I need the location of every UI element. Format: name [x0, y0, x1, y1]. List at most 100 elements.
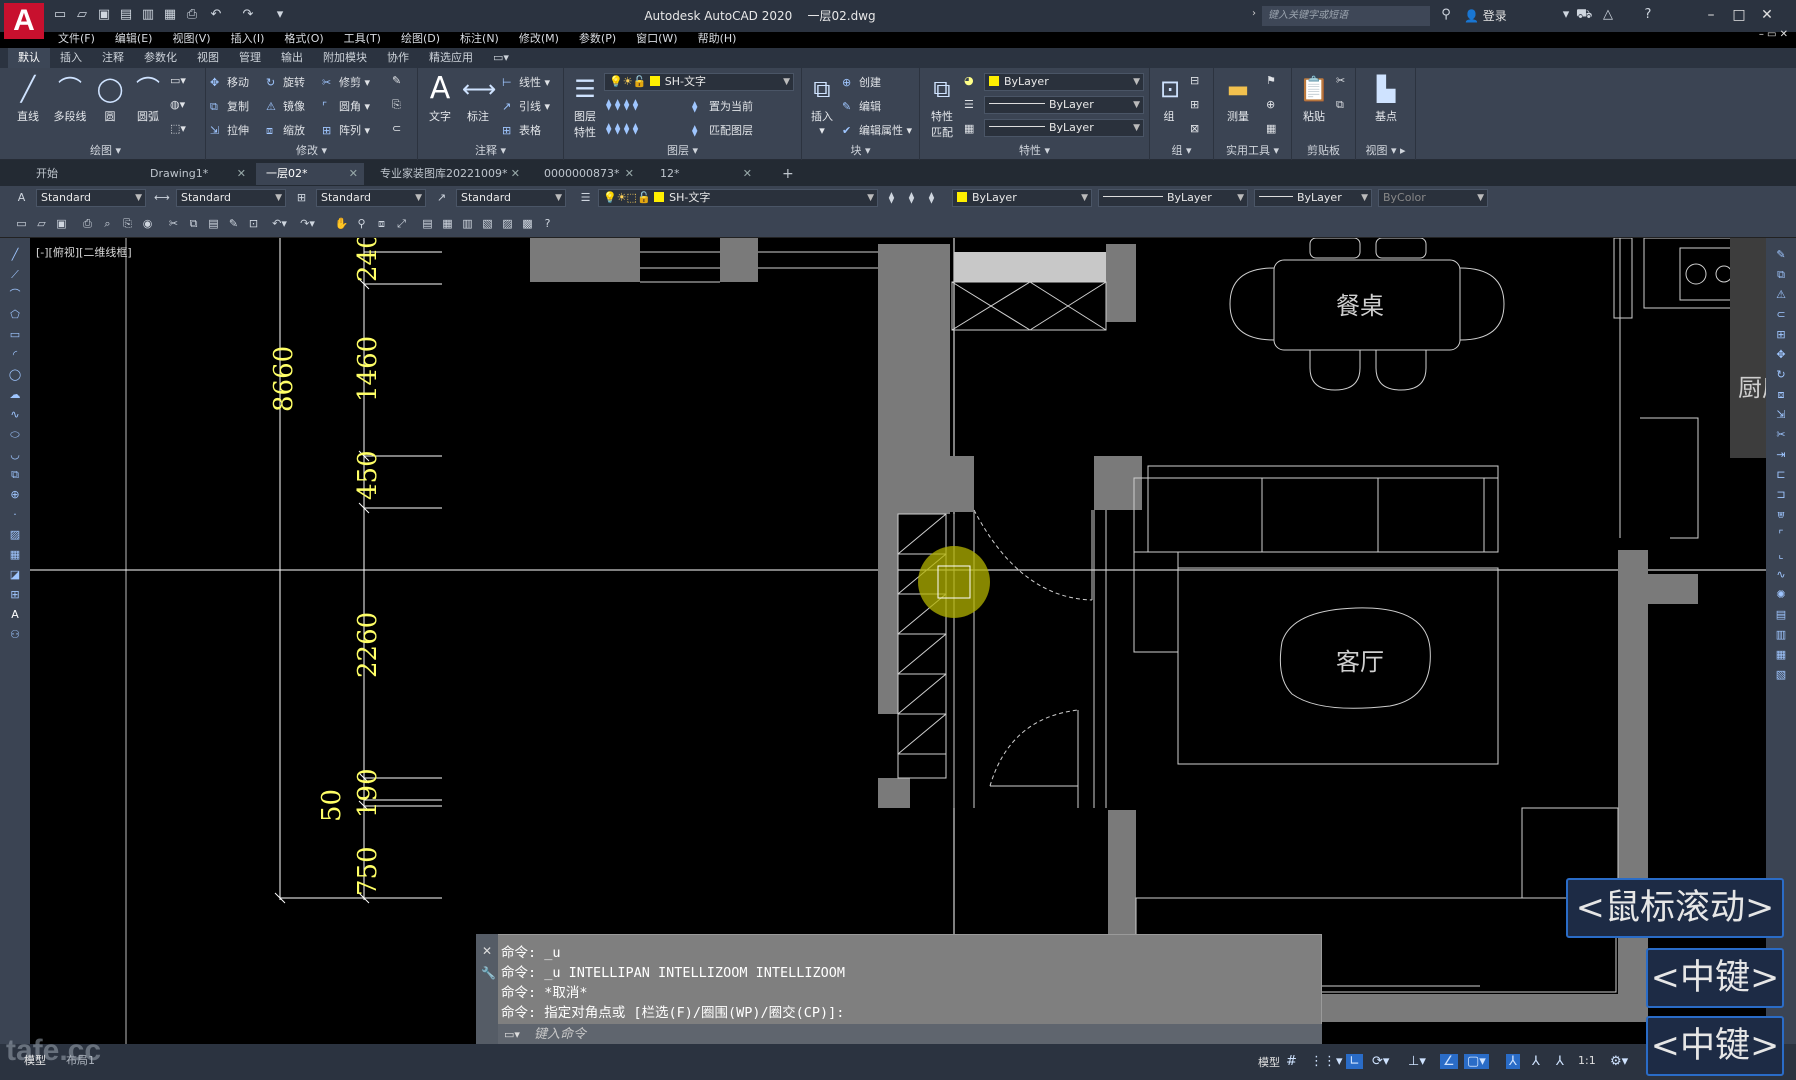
text-style-dropdown[interactable]: Standard ▼ [36, 189, 146, 207]
layer-tools-row1[interactable]: ⧫ ⧫ ⧫ ⧫ [606, 98, 638, 111]
ortho-icon[interactable]: ∟ [1346, 1054, 1363, 1069]
mirror-tool[interactable]: ⚠ 镜像 [266, 98, 305, 114]
groups-panel-title[interactable]: 组 ▾ [1150, 142, 1213, 158]
linetype-dropdown[interactable]: ByLayer ▼ [984, 96, 1144, 114]
plot-icon[interactable]: ⎙ [80, 216, 95, 231]
point-icon[interactable]: · [8, 508, 22, 522]
polygon-icon[interactable]: ⬠ [8, 308, 22, 322]
help-icon[interactable]: ? [540, 216, 555, 231]
menu-help[interactable]: 帮助(H) [688, 30, 747, 48]
array-tool[interactable]: ⊞ 阵列 ▾ [322, 122, 370, 138]
workspace-gear-icon[interactable]: ⚙▾ [1610, 1054, 1628, 1069]
menu-window[interactable]: 窗口(W) [626, 30, 687, 48]
group-select-icon[interactable]: ⊠ [1190, 122, 1199, 135]
copy-clip-icon[interactable]: ⧉ [1336, 98, 1344, 112]
region-icon[interactable]: ◪ [8, 568, 22, 582]
doc-tab-drawing1[interactable]: Drawing1* ✕ [140, 163, 252, 185]
undo-icon[interactable]: ↶ [208, 7, 224, 23]
insert-block-tool[interactable]: ⧉ 插入 ▾ [804, 72, 840, 137]
color-dropdown[interactable]: ByLayer ▼ [984, 73, 1144, 91]
lineweight-toolbar-dropdown[interactable]: ByLayer ▼ [1254, 189, 1372, 207]
close-tab-icon[interactable]: ✕ [743, 163, 752, 185]
calculator-icon[interactable]: ▦ [1266, 122, 1276, 135]
menu-draw[interactable]: 绘图(D) [391, 30, 450, 48]
mleader-style-dropdown[interactable]: Standard ▼ [456, 189, 566, 207]
tool-palettes-icon[interactable]: ▥ [460, 216, 475, 231]
table-style-icon[interactable]: ⊞ [294, 190, 309, 205]
circle-icon[interactable]: ◯ [8, 368, 22, 382]
menu-file[interactable]: 文件(F) [48, 30, 105, 48]
lineweight-dropdown[interactable]: ByLayer ▼ [984, 119, 1144, 137]
layer-tools-row2[interactable]: ⧫ ⧫ ⧫ ⧫ [606, 122, 638, 135]
sheet-set-icon[interactable]: ▧ [480, 216, 495, 231]
ellipse-arc-icon[interactable]: ◡ [8, 448, 22, 462]
block-panel-title[interactable]: 块 ▾ [802, 142, 919, 158]
menu-format[interactable]: 格式(O) [274, 30, 333, 48]
layout-tab[interactable]: 布局1 [66, 1052, 95, 1068]
rotate-icon[interactable]: ↻ [1774, 368, 1788, 382]
match-layer-tool[interactable]: ⧫ 匹配图层 [692, 122, 753, 138]
rectangle-icon[interactable]: ▭▾ [170, 74, 186, 87]
draworder-above-icon[interactable]: ▦ [1774, 648, 1788, 662]
hatch-icon[interactable]: ◍▾ [170, 98, 185, 111]
table-tool[interactable]: ⊞ 表格 [502, 122, 541, 138]
offset-icon[interactable]: ⎘ [392, 98, 401, 112]
rectangle-icon[interactable]: ▭ [8, 328, 22, 342]
doc-tab-library[interactable]: 专业家装图库20221009* ✕ [370, 163, 526, 185]
stretch-tool[interactable]: ⇲ 拉伸 [210, 122, 249, 138]
publish-icon[interactable]: ⎘ [120, 216, 135, 231]
layer-previous-icon[interactable]: ⧫ [904, 190, 919, 205]
layer-manager-icon[interactable]: ☰ [578, 190, 593, 205]
customize-icon[interactable]: ▾ [272, 7, 288, 23]
tab-home[interactable]: 默认 [8, 48, 50, 68]
pan-icon[interactable]: ✋ [334, 216, 349, 231]
undo-icon[interactable]: ↶▾ [272, 216, 287, 231]
fillet-tool[interactable]: ⌜ 圆角 ▾ [322, 98, 370, 114]
linetype-icon[interactable]: ☰ [964, 98, 974, 111]
wrench-icon[interactable]: 🔧 [481, 966, 496, 980]
open-icon[interactable]: ▱ [74, 7, 90, 23]
snap-icon[interactable]: ⋮⋮▾ [1310, 1054, 1343, 1069]
viewport-controls[interactable]: [-][俯视][二维线框] [36, 244, 132, 260]
tab-view[interactable]: 视图 [187, 48, 229, 68]
polyline-tool[interactable]: ⌒ 多段线 [48, 72, 92, 124]
text-style-icon[interactable]: A [14, 190, 29, 205]
create-block-tool[interactable]: ⊕ 创建 [842, 74, 881, 90]
dim-style-dropdown[interactable]: Standard ▼ [176, 189, 286, 207]
array-icon[interactable]: ⊞ [1774, 328, 1788, 342]
new-icon[interactable]: ▭ [14, 216, 29, 231]
plot-icon[interactable]: ⎙ [184, 7, 200, 23]
annotation-panel-title[interactable]: 注释 ▾ [418, 142, 563, 158]
isodraft-icon[interactable]: ⊥▾ [1408, 1054, 1426, 1069]
line-icon[interactable]: ╱ [8, 248, 22, 262]
ungroup-icon[interactable]: ⊟ [1190, 74, 1199, 87]
tab-parametric[interactable]: 参数化 [134, 48, 187, 68]
arc-icon[interactable]: ◜ [8, 348, 22, 362]
tab-insert[interactable]: 插入 [50, 48, 92, 68]
revcloud-icon[interactable]: ☁ [8, 388, 22, 402]
rotate-tool[interactable]: ↻ 旋转 [266, 74, 305, 90]
annotation-scale-icon[interactable]: ⅄ [1556, 1054, 1564, 1069]
layer-toolbar-dropdown[interactable]: 💡☀⬚🔓 SH-文字 ▼ [598, 189, 878, 207]
zoom-realtime-icon[interactable]: ⚲ [354, 216, 369, 231]
zoom-previous-icon[interactable]: ⤢ [394, 216, 409, 231]
quickcalc-icon[interactable]: ▩ [520, 216, 535, 231]
new-icon[interactable]: ▭ [52, 7, 68, 23]
break-icon[interactable]: ⊏ [1774, 468, 1788, 482]
quick-select-icon[interactable]: ⚑ [1266, 74, 1276, 87]
doc-tab-yiceng02[interactable]: 一层02* ✕ [256, 163, 364, 185]
design-center-icon[interactable]: ▦ [440, 216, 455, 231]
copy-icon[interactable]: ⧉ [1774, 268, 1788, 282]
hatch-icon[interactable]: ▨ [8, 528, 22, 542]
command-prompt-icon[interactable]: ▭▾ [504, 1028, 520, 1041]
model-space-toggle[interactable]: 模型 [1258, 1054, 1280, 1070]
close-tab-icon[interactable]: ✕ [349, 163, 358, 185]
mirror-icon[interactable]: ⚠ [1774, 288, 1788, 302]
layer-current-icon[interactable]: ⧫ [884, 190, 899, 205]
maximize-icon[interactable]: □ [1728, 5, 1750, 25]
mleader-style-icon[interactable]: ↗ [434, 190, 449, 205]
grid-icon[interactable]: # [1286, 1054, 1297, 1069]
tab-annotate[interactable]: 注释 [92, 48, 134, 68]
color-wheel-icon[interactable]: ◕ [964, 74, 974, 87]
cut-icon[interactable]: ✂ [1336, 74, 1345, 87]
